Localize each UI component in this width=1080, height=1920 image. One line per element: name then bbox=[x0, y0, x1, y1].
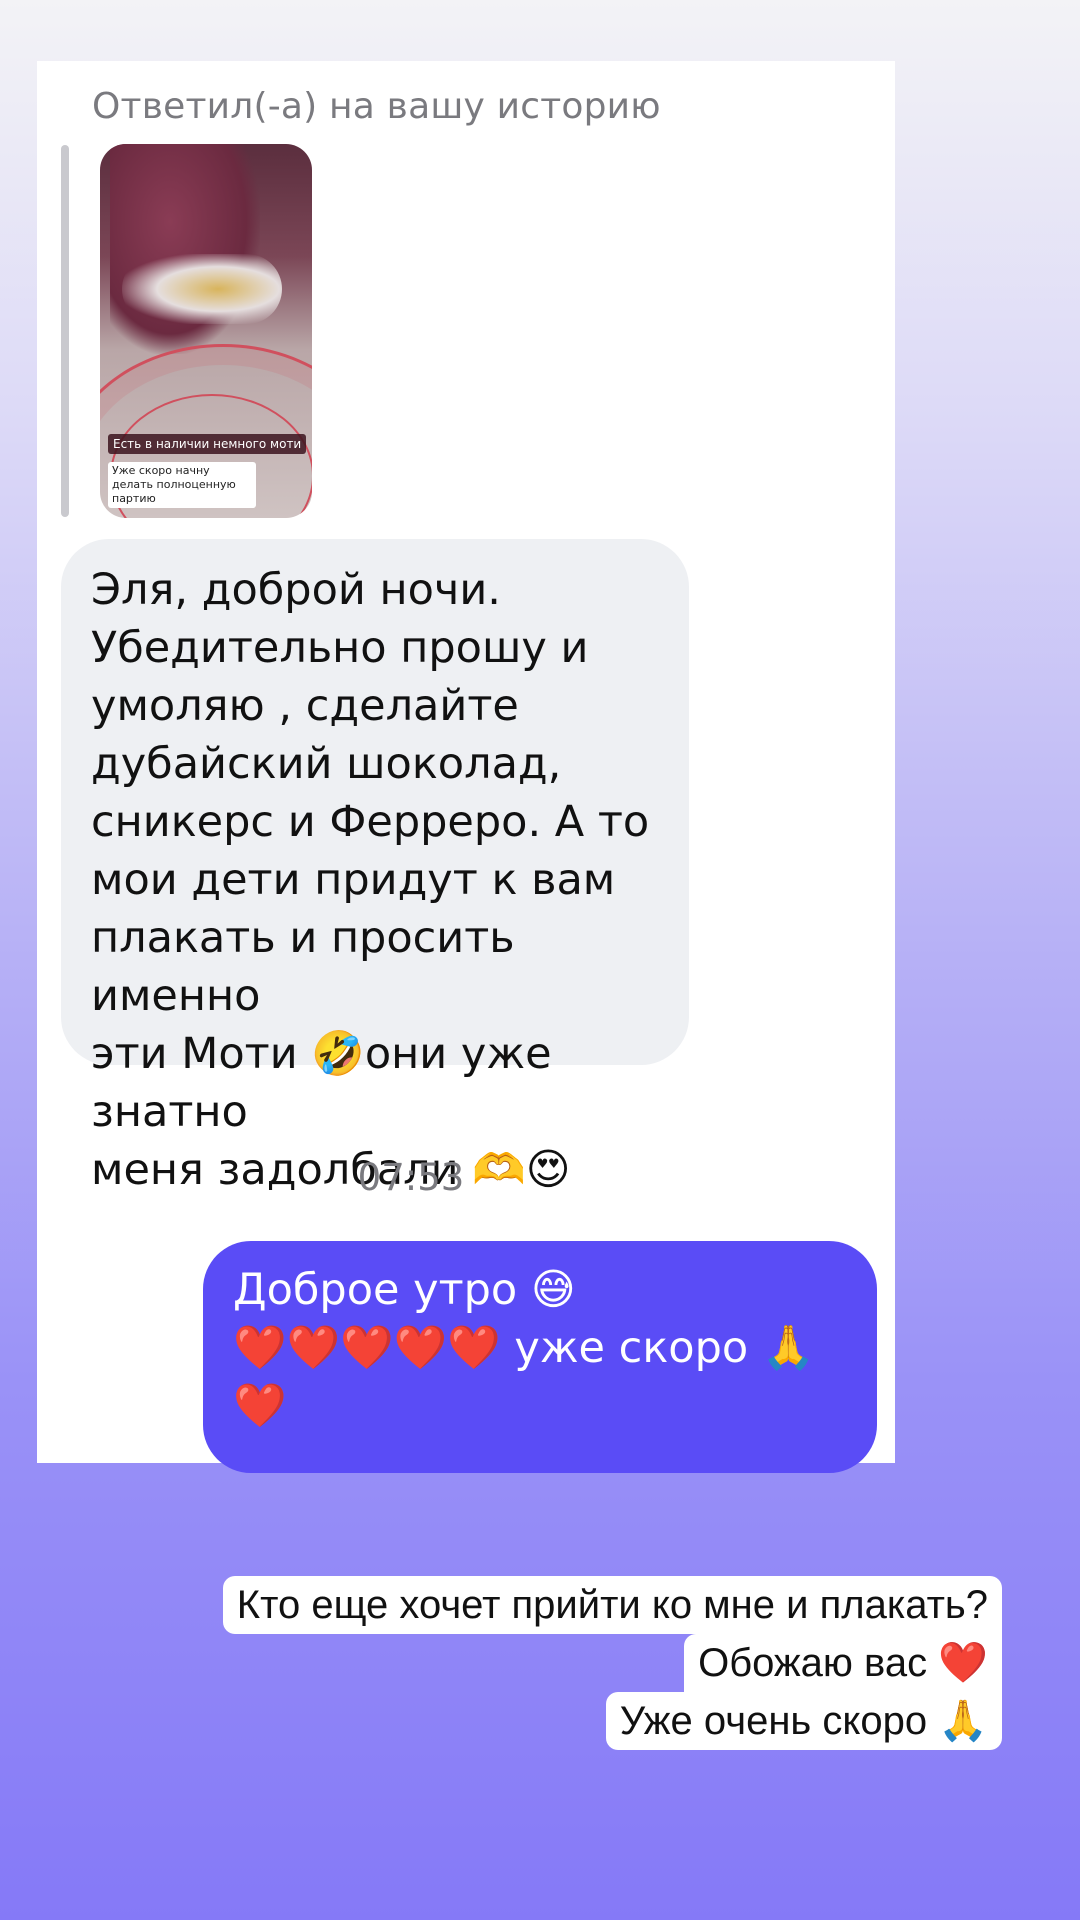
overlay-line-2: Обожаю вас ❤️ bbox=[684, 1634, 1002, 1692]
story-caption-2: Уже скоро начну делать полноценную парти… bbox=[108, 462, 256, 508]
story-image-hands bbox=[122, 254, 282, 324]
chat-screenshot-card: Ответил(-а) на вашу историю Есть в налич… bbox=[37, 61, 895, 1473]
incoming-message-bubble[interactable]: Эля, доброй ночи. Убедительно прошу и ум… bbox=[61, 539, 689, 1195]
message-timestamp: 07:53 bbox=[357, 1156, 465, 1199]
overlay-line-3: Уже очень скоро 🙏 bbox=[605, 1692, 1002, 1750]
story-thumbnail[interactable]: Есть в наличии немного моти Уже скоро на… bbox=[100, 144, 312, 518]
overlay-line-1: Кто еще хочет прийти ко мне и плакать? bbox=[222, 1576, 1002, 1634]
story-caption-1: Есть в наличии немного моти bbox=[108, 434, 307, 454]
story-text-overlay: Кто еще хочет прийти ко мне и плакать? О… bbox=[222, 1576, 1002, 1750]
quote-bar bbox=[61, 145, 69, 517]
story-reply-label: Ответил(-а) на вашу историю bbox=[92, 86, 661, 127]
outgoing-message-bubble[interactable]: Доброе утро 😅 ❤️❤️❤️❤️❤️ уже скоро 🙏 ❤️ bbox=[203, 1241, 877, 1473]
